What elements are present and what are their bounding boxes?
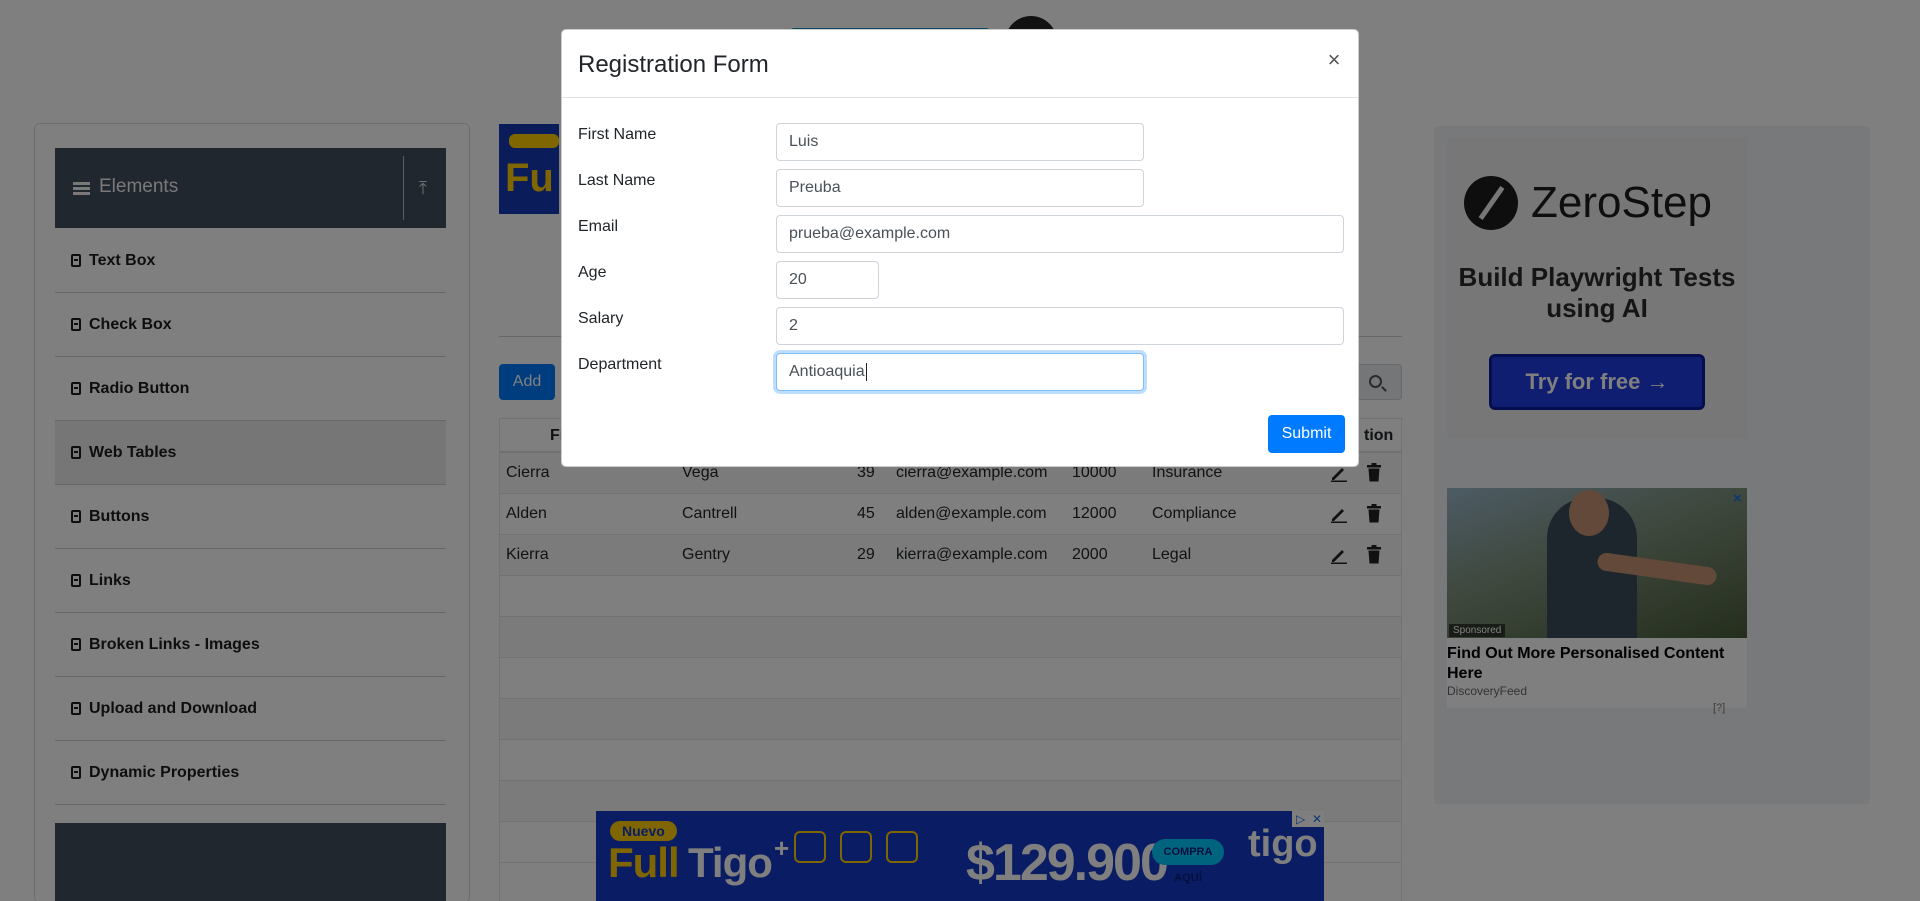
salary-input[interactable] [776, 307, 1344, 345]
last-name-label: Last Name [578, 172, 656, 189]
age-label: Age [578, 264, 607, 281]
first-name-label: First Name [578, 126, 657, 143]
department-input[interactable]: Antioaquia [776, 353, 1144, 391]
salary-label: Salary [578, 310, 624, 327]
text-caret [865, 362, 867, 381]
submit-button[interactable]: Submit [1268, 415, 1345, 453]
age-input[interactable] [776, 261, 879, 299]
department-value: Antioaquia [789, 363, 865, 380]
modal-header: Registration Form × [562, 30, 1358, 98]
registration-modal: Registration Form × First Name Last Name… [561, 29, 1359, 467]
modal-title: Registration Form [578, 51, 769, 78]
close-icon[interactable]: × [1322, 48, 1346, 72]
email-input[interactable] [776, 215, 1344, 253]
email-label: Email [578, 218, 619, 235]
department-label: Department [578, 356, 662, 373]
first-name-input[interactable] [776, 123, 1144, 161]
last-name-input[interactable] [776, 169, 1144, 207]
